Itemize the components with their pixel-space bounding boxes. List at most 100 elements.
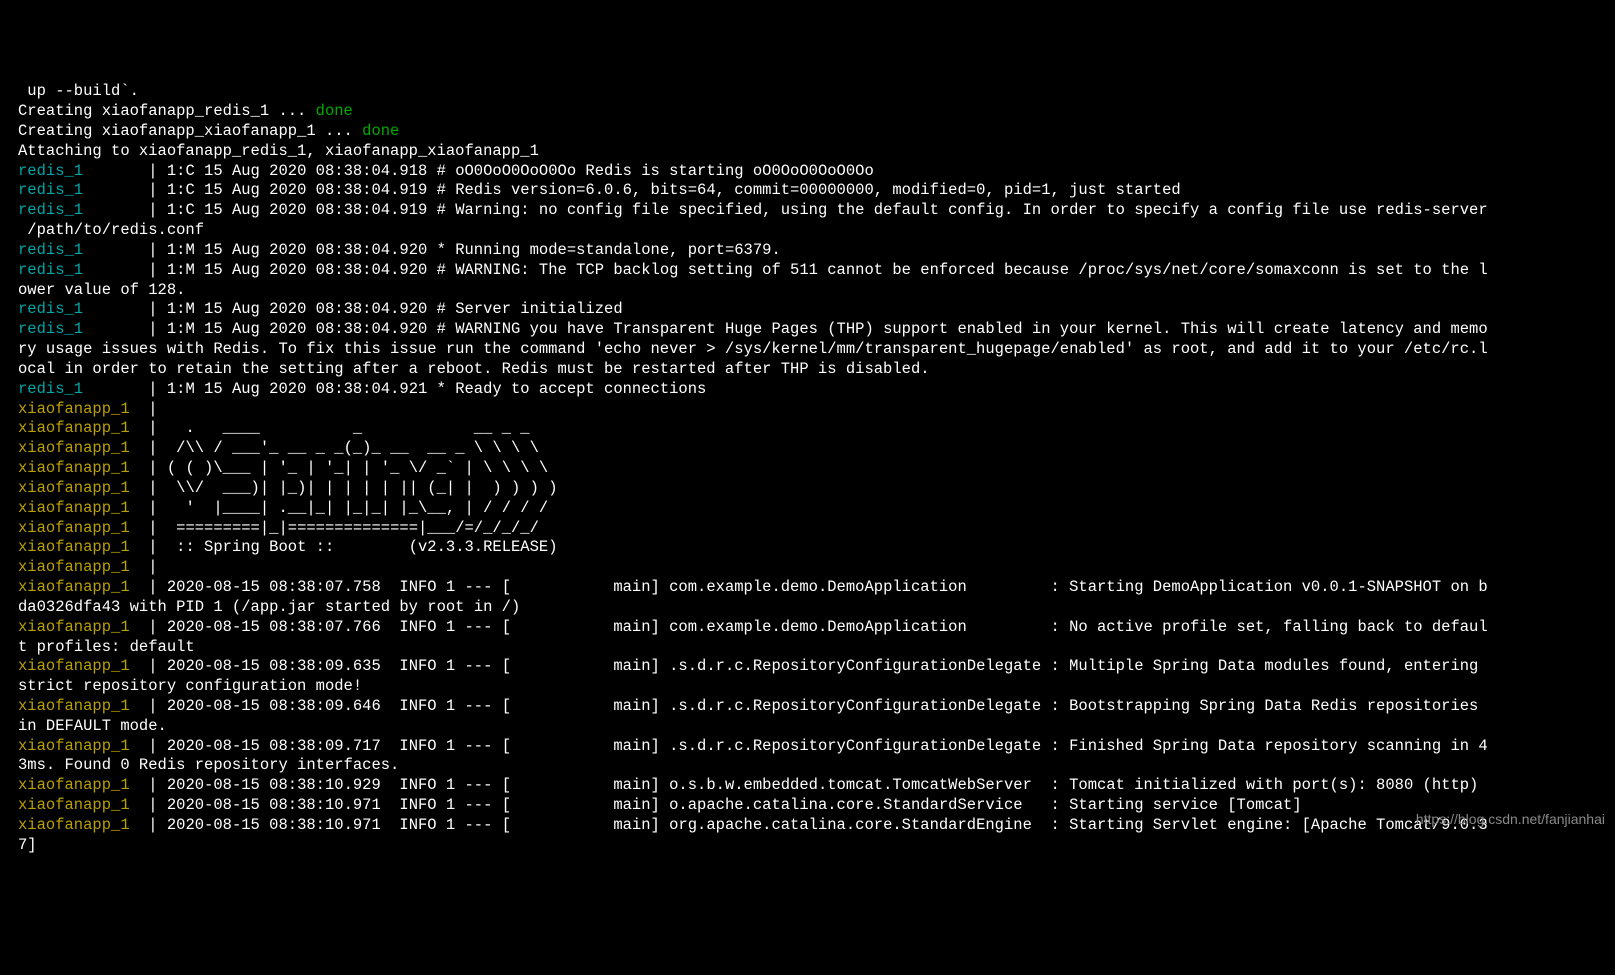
terminal-segment: in DEFAULT mode.: [18, 717, 167, 735]
terminal-line: redis_1 | 1:C 15 Aug 2020 08:38:04.919 #…: [18, 201, 1615, 221]
terminal-segment: xiaofanapp_1: [18, 538, 148, 556]
terminal-line: Creating xiaofanapp_redis_1 ... done: [18, 102, 1615, 122]
terminal-segment: 2020-08-15 08:38:07.766 INFO 1 --- [ mai…: [158, 618, 1488, 636]
terminal-segment: redis_1: [18, 320, 148, 338]
terminal-segment: redis_1: [18, 300, 148, 318]
terminal-line: xiaofanapp_1 | 2020-08-15 08:38:07.758 I…: [18, 578, 1615, 598]
terminal-line: redis_1 | 1:M 15 Aug 2020 08:38:04.920 #…: [18, 320, 1615, 340]
terminal-segment: ' |____| .__|_| |_|_| |_\__, | / / / /: [158, 499, 549, 517]
terminal-segment: done: [316, 102, 353, 120]
terminal-segment: 1:M 15 Aug 2020 08:38:04.921 * Ready to …: [158, 380, 707, 398]
terminal-segment: ( ( )\___ | '_ | '_| | '_ \/ _` | \ \ \ …: [158, 459, 549, 477]
terminal-segment: xiaofanapp_1: [18, 657, 148, 675]
terminal-segment: da0326dfa43 with PID 1 (/app.jar started…: [18, 598, 520, 616]
terminal-line: xiaofanapp_1 | 2020-08-15 08:38:10.929 I…: [18, 776, 1615, 796]
terminal-segment: xiaofanapp_1: [18, 796, 148, 814]
terminal-segment: 1:C 15 Aug 2020 08:38:04.918 # oO0OoO0Oo…: [158, 162, 874, 180]
terminal-line: redis_1 | 1:C 15 Aug 2020 08:38:04.918 #…: [18, 162, 1615, 182]
terminal-segment: |: [148, 618, 157, 636]
terminal-line: ower value of 128.: [18, 281, 1615, 301]
terminal-segment: 1:C 15 Aug 2020 08:38:04.919 # Warning: …: [158, 201, 1488, 219]
terminal-segment: 3ms. Found 0 Redis repository interfaces…: [18, 756, 399, 774]
terminal-line: xiaofanapp_1 |: [18, 400, 1615, 420]
terminal-line: da0326dfa43 with PID 1 (/app.jar started…: [18, 598, 1615, 618]
terminal-segment: . ____ _ __ _ _: [158, 419, 530, 437]
terminal-line: xiaofanapp_1 | ' |____| .__|_| |_|_| |_\…: [18, 499, 1615, 519]
terminal-line: Attaching to xiaofanapp_redis_1, xiaofan…: [18, 142, 1615, 162]
terminal-line: /path/to/redis.conf: [18, 221, 1615, 241]
terminal-segment: redis_1: [18, 241, 148, 259]
terminal-segment: 2020-08-15 08:38:09.717 INFO 1 --- [ mai…: [158, 737, 1488, 755]
terminal-segment: 2020-08-15 08:38:10.971 INFO 1 --- [ mai…: [158, 796, 1302, 814]
terminal-line: redis_1 | 1:M 15 Aug 2020 08:38:04.920 #…: [18, 261, 1615, 281]
terminal-segment: |: [148, 697, 157, 715]
terminal-segment: |: [148, 261, 157, 279]
terminal-line: redis_1 | 1:M 15 Aug 2020 08:38:04.921 *…: [18, 380, 1615, 400]
terminal-segment: |: [148, 201, 157, 219]
terminal-line: Creating xiaofanapp_xiaofanapp_1 ... don…: [18, 122, 1615, 142]
terminal-segment: |: [148, 241, 157, 259]
terminal-segment: =========|_|==============|___/=/_/_/_/: [158, 519, 539, 537]
terminal-line: ry usage issues with Redis. To fix this …: [18, 340, 1615, 360]
terminal-segment: \\/ ___)| |_)| | | | | || (_| | ) ) ) ): [158, 479, 558, 497]
terminal-segment: |: [148, 400, 157, 418]
terminal-segment: Creating xiaofanapp_xiaofanapp_1 ...: [18, 122, 362, 140]
terminal-output[interactable]: up --build`.Creating xiaofanapp_redis_1 …: [18, 82, 1615, 855]
terminal-segment: |: [148, 796, 157, 814]
terminal-segment: ocal in order to retain the setting afte…: [18, 360, 930, 378]
terminal-segment: :: Spring Boot :: (v2.3.3.RELEASE): [158, 538, 558, 556]
terminal-line: redis_1 | 1:M 15 Aug 2020 08:38:04.920 #…: [18, 300, 1615, 320]
terminal-line: xiaofanapp_1 | ( ( )\___ | '_ | '_| | '_…: [18, 459, 1615, 479]
terminal-segment: |: [148, 657, 157, 675]
terminal-segment: xiaofanapp_1: [18, 459, 148, 477]
terminal-line: in DEFAULT mode.: [18, 717, 1615, 737]
terminal-segment: xiaofanapp_1: [18, 737, 148, 755]
terminal-line: redis_1 | 1:C 15 Aug 2020 08:38:04.919 #…: [18, 181, 1615, 201]
terminal-segment: 2020-08-15 08:38:10.929 INFO 1 --- [ mai…: [158, 776, 1479, 794]
terminal-segment: redis_1: [18, 162, 148, 180]
terminal-line: xiaofanapp_1 | 2020-08-15 08:38:09.635 I…: [18, 657, 1615, 677]
terminal-segment: xiaofanapp_1: [18, 499, 148, 517]
terminal-segment: |: [148, 380, 157, 398]
terminal-line: xiaofanapp_1 | 2020-08-15 08:38:07.766 I…: [18, 618, 1615, 638]
terminal-segment: 2020-08-15 08:38:10.971 INFO 1 --- [ mai…: [158, 816, 1488, 834]
terminal-line: xiaofanapp_1 |: [18, 558, 1615, 578]
terminal-segment: |: [148, 320, 157, 338]
terminal-segment: |: [148, 578, 157, 596]
terminal-segment: ry usage issues with Redis. To fix this …: [18, 340, 1488, 358]
terminal-segment: done: [362, 122, 399, 140]
terminal-segment: 1:M 15 Aug 2020 08:38:04.920 # WARNING: …: [158, 261, 1488, 279]
terminal-line: t profiles: default: [18, 638, 1615, 658]
terminal-segment: xiaofanapp_1: [18, 816, 148, 834]
terminal-line: redis_1 | 1:M 15 Aug 2020 08:38:04.920 *…: [18, 241, 1615, 261]
terminal-segment: redis_1: [18, 261, 148, 279]
terminal-line: strict repository configuration mode!: [18, 677, 1615, 697]
terminal-segment: 2020-08-15 08:38:09.646 INFO 1 --- [ mai…: [158, 697, 1488, 715]
terminal-segment: |: [148, 816, 157, 834]
terminal-segment: 1:M 15 Aug 2020 08:38:04.920 * Running m…: [158, 241, 781, 259]
terminal-segment: xiaofanapp_1: [18, 419, 148, 437]
terminal-segment: 1:C 15 Aug 2020 08:38:04.919 # Redis ver…: [158, 181, 1181, 199]
terminal-segment: Attaching to xiaofanapp_redis_1, xiaofan…: [18, 142, 539, 160]
terminal-segment: /\\ / ___'_ __ _ _(_)_ __ __ _ \ \ \ \: [158, 439, 539, 457]
terminal-segment: redis_1: [18, 181, 148, 199]
terminal-line: xiaofanapp_1 | . ____ _ __ _ _: [18, 419, 1615, 439]
terminal-segment: |: [148, 181, 157, 199]
terminal-segment: |: [148, 558, 157, 576]
terminal-segment: 1:M 15 Aug 2020 08:38:04.920 # WARNING y…: [158, 320, 1488, 338]
terminal-segment: xiaofanapp_1: [18, 519, 148, 537]
terminal-line: 3ms. Found 0 Redis repository interfaces…: [18, 756, 1615, 776]
terminal-line: xiaofanapp_1 | \\/ ___)| |_)| | | | | ||…: [18, 479, 1615, 499]
terminal-segment: 2020-08-15 08:38:09.635 INFO 1 --- [ mai…: [158, 657, 1488, 675]
terminal-segment: |: [148, 519, 157, 537]
terminal-segment: xiaofanapp_1: [18, 439, 148, 457]
terminal-segment: xiaofanapp_1: [18, 479, 148, 497]
terminal-segment: |: [148, 479, 157, 497]
terminal-segment: |: [148, 737, 157, 755]
terminal-segment: xiaofanapp_1: [18, 400, 148, 418]
terminal-segment: |: [148, 776, 157, 794]
terminal-line: ocal in order to retain the setting afte…: [18, 360, 1615, 380]
terminal-segment: 7]: [18, 836, 37, 854]
terminal-line: 7]: [18, 836, 1615, 856]
terminal-segment: |: [148, 538, 157, 556]
